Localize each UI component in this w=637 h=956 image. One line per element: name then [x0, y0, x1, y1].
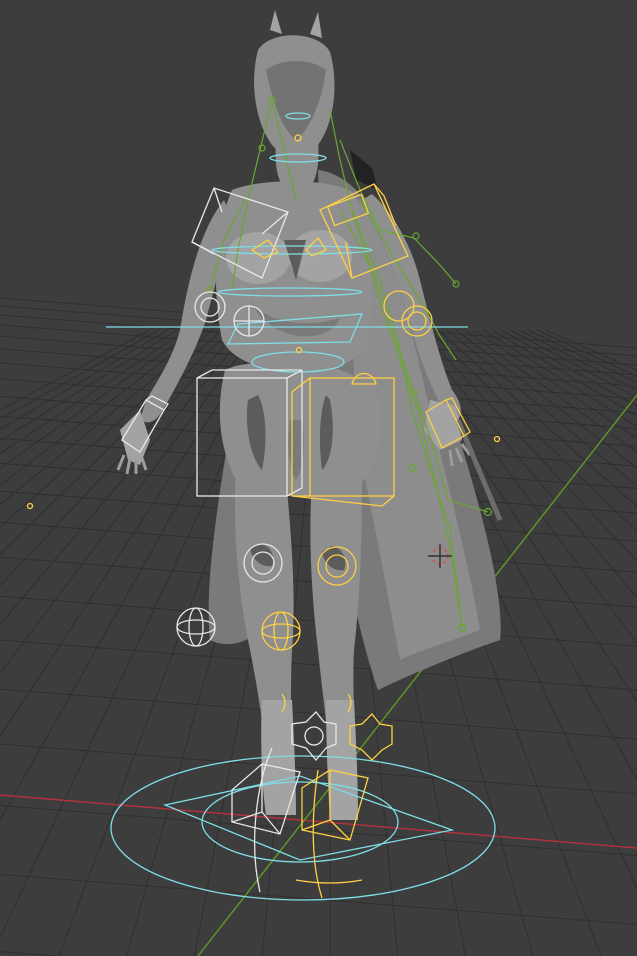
grid-line [0, 951, 63, 956]
grid-line [0, 805, 637, 857]
grid-line [0, 688, 637, 740]
grid-line [536, 329, 637, 377]
grid-line [0, 743, 637, 795]
3d-viewport[interactable] [0, 0, 637, 956]
grid-line [473, 329, 637, 440]
viewport-canvas[interactable] [0, 0, 637, 956]
right-heel-control [295, 879, 363, 884]
grid-line [0, 329, 178, 442]
root-arrow-control [162, 775, 455, 861]
left-hand-dot-control [26, 502, 34, 510]
right-hand-dot-control [493, 435, 501, 443]
